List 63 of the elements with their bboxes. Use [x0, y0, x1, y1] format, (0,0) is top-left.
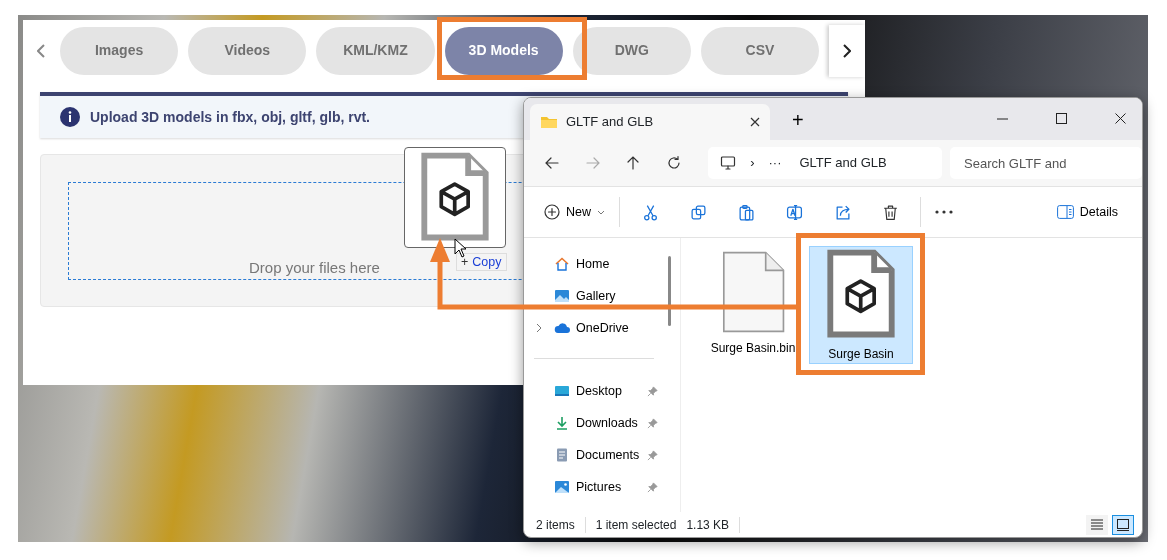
info-icon	[60, 107, 80, 127]
tiles-view-icon	[1116, 518, 1130, 532]
file-item[interactable]: Surge Basin.bin	[701, 246, 805, 364]
trash-icon	[881, 203, 899, 221]
chevron-left-icon	[37, 43, 45, 58]
refresh-icon	[665, 155, 682, 171]
breadcrumb-folder[interactable]: GLTF and GLB	[799, 153, 887, 173]
info-text: Upload 3D models in fbx, obj, gltf, glb, rvt.	[90, 107, 370, 127]
chevron-down-icon	[597, 209, 605, 215]
file-type-tab[interactable]: 3D Models	[444, 26, 563, 75]
cloud-icon	[554, 320, 570, 336]
more-icon	[935, 210, 953, 214]
house-icon	[554, 256, 570, 272]
blank-file-icon	[720, 249, 786, 335]
forward-arrow-icon	[584, 155, 601, 171]
scrollbar[interactable]	[668, 256, 671, 326]
back-arrow-icon	[544, 155, 561, 171]
tab-title: GLTF and GLB	[566, 113, 655, 132]
item-count: 2 items	[536, 517, 575, 534]
sidebar-item[interactable]: Documents	[524, 439, 664, 471]
close-icon[interactable]	[1115, 112, 1126, 124]
desktop-icon	[554, 383, 570, 399]
details-button[interactable]: Details	[1048, 194, 1126, 230]
selection-size: 1.13 KB	[686, 517, 730, 534]
sidebar-item[interactable]: Gallery	[524, 280, 664, 312]
breadcrumb-overflow[interactable]: ···	[768, 153, 782, 173]
scissors-icon	[641, 203, 659, 221]
sidebar-item[interactable]: Pictures	[524, 471, 664, 503]
selection-status: 1 item selected	[595, 517, 677, 534]
sidebar-item[interactable]: Downloads	[524, 407, 664, 439]
new-tab-button[interactable]: +	[786, 104, 810, 136]
file-item[interactable]: Surge Basin	[809, 246, 913, 364]
sidebar-item[interactable]: OneDrive	[524, 312, 664, 344]
search-field[interactable]: Search GLTF and	[950, 147, 1142, 179]
picture-icon	[554, 479, 570, 495]
drop-hint: Drop your files here	[249, 257, 380, 278]
file-type-tab[interactable]: Images	[60, 26, 179, 75]
explorer-tab[interactable]: GLTF and GLB	[530, 104, 770, 140]
folder-icon	[540, 115, 558, 129]
file-type-tab[interactable]: KML/KMZ	[316, 26, 435, 75]
file-type-tab[interactable]: DWG	[572, 26, 691, 75]
plus-circle-icon	[544, 204, 560, 220]
sidebar-item[interactable]: Desktop	[524, 375, 664, 407]
monitor-icon	[720, 155, 737, 171]
picture-icon	[554, 288, 570, 304]
document-icon	[554, 447, 570, 463]
file-type-tab[interactable]: CSV	[700, 26, 820, 75]
copy-icon	[689, 203, 707, 221]
copy-tooltip: + Copy	[456, 253, 507, 271]
tiles-view-button[interactable]	[1112, 515, 1134, 535]
text-cursor-icon	[785, 203, 803, 221]
sidebar-item[interactable]: Home	[524, 248, 664, 280]
address-bar[interactable]: › ··· GLTF and GLB	[708, 147, 942, 179]
chevron-right-icon	[843, 43, 851, 58]
file-type-tab[interactable]: Videos	[188, 26, 307, 75]
close-icon[interactable]	[750, 117, 760, 127]
new-button[interactable]: New	[536, 194, 613, 230]
maximize-icon[interactable]	[1056, 112, 1067, 124]
clipboard-icon	[737, 203, 755, 221]
list-view-icon	[1090, 518, 1104, 532]
download-icon	[554, 415, 570, 431]
breadcrumb-separator: ›	[749, 154, 756, 173]
panel-icon	[1056, 205, 1074, 219]
